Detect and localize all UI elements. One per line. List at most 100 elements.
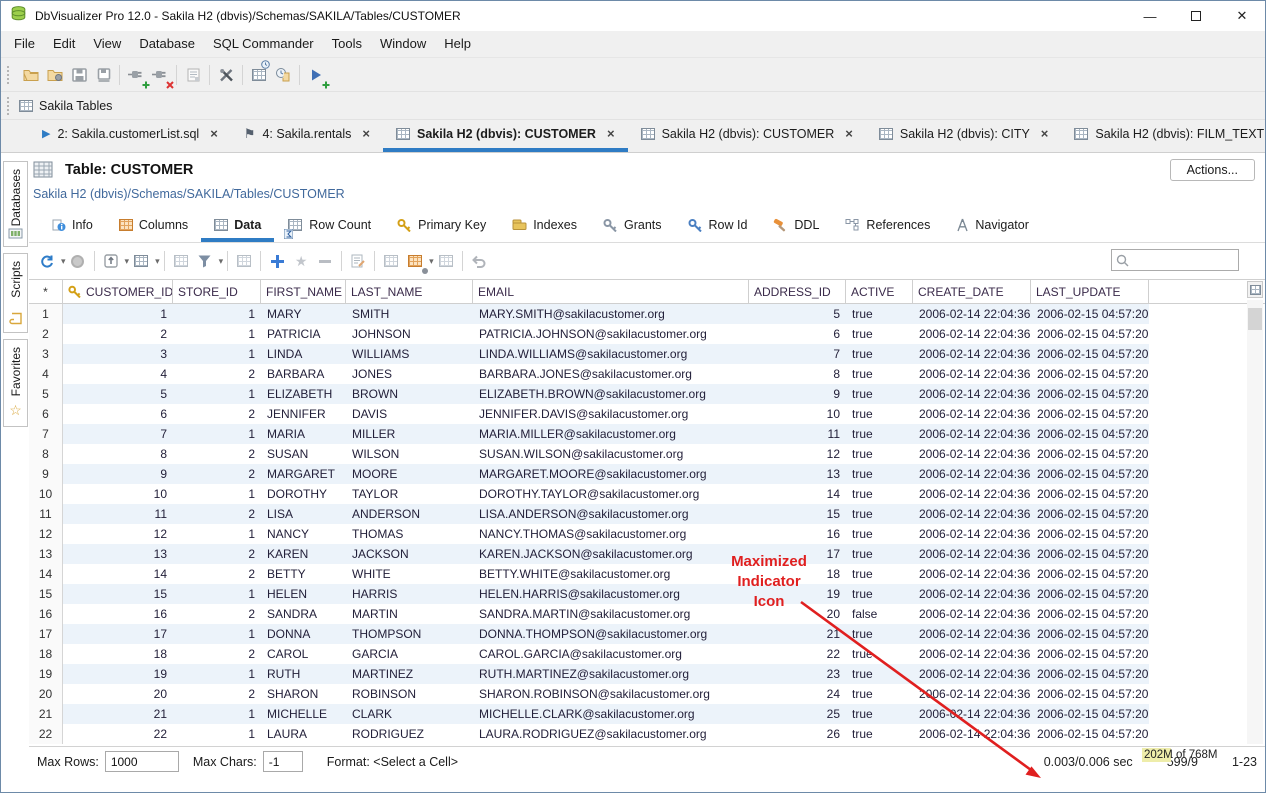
cell[interactable]: 2006-02-15 04:57:20 [1031, 644, 1149, 664]
cell[interactable]: BETTY [261, 564, 346, 584]
cell[interactable]: RUTH [261, 664, 346, 684]
cell[interactable]: 2 [173, 444, 261, 464]
table-row[interactable]: 19191RUTHMARTINEZRUTH.MARTINEZ@sakilacus… [29, 664, 1265, 684]
cell[interactable]: 2006-02-15 04:57:20 [1031, 664, 1149, 684]
breadcrumb[interactable]: Sakila H2 (dbvis)/Schemas/SAKILA/Tables/… [33, 187, 345, 201]
save-icon[interactable] [67, 63, 91, 87]
connect-icon[interactable] [124, 63, 148, 87]
cell[interactable]: true [846, 444, 913, 464]
cell[interactable]: HELEN [261, 584, 346, 604]
tab-navigator[interactable]: Navigator [943, 211, 1042, 242]
cell[interactable]: 2006-02-15 04:57:20 [1031, 604, 1149, 624]
cell[interactable]: 15 [63, 584, 173, 604]
cell[interactable]: true [846, 344, 913, 364]
table-row[interactable]: 221PATRICIAJOHNSONPATRICIA.JOHNSON@sakil… [29, 324, 1265, 344]
tab-primary-key[interactable]: Primary Key [384, 211, 499, 242]
column-header-create-date[interactable]: CREATE_DATE [913, 280, 1031, 303]
cell[interactable]: true [846, 304, 913, 324]
cell[interactable]: 2006-02-14 22:04:36 [913, 564, 1031, 584]
cell[interactable]: 1 [63, 304, 173, 324]
cell[interactable]: 1 [173, 424, 261, 444]
cell[interactable]: 23 [749, 664, 846, 684]
row-number[interactable]: 9 [29, 464, 63, 484]
undo-icon[interactable] [467, 249, 491, 273]
cell[interactable]: MARIA [261, 424, 346, 444]
cell[interactable]: 22 [749, 644, 846, 664]
cell[interactable]: true [846, 364, 913, 384]
cell[interactable]: 2006-02-15 04:57:20 [1031, 384, 1149, 404]
cell[interactable]: true [846, 484, 913, 504]
tab-row-id[interactable]: Row Id [675, 211, 761, 242]
save-as-icon[interactable] [91, 63, 115, 87]
row-number[interactable]: 18 [29, 644, 63, 664]
stop-icon[interactable] [66, 249, 90, 273]
cell[interactable]: DAVIS [346, 404, 473, 424]
cell[interactable]: 18 [63, 644, 173, 664]
cell[interactable]: 19 [63, 664, 173, 684]
cell[interactable]: 13 [749, 464, 846, 484]
cell[interactable]: true [846, 564, 913, 584]
row-number[interactable]: 11 [29, 504, 63, 524]
row-number[interactable]: 17 [29, 624, 63, 644]
cell[interactable]: 2006-02-15 04:57:20 [1031, 324, 1149, 344]
toolbar-grip[interactable] [7, 97, 12, 115]
column-header-last-name[interactable]: LAST_NAME [346, 280, 473, 303]
cell[interactable]: 1 [173, 584, 261, 604]
cell[interactable]: 2006-02-14 22:04:36 [913, 484, 1031, 504]
row-number[interactable]: 15 [29, 584, 63, 604]
table-row[interactable]: 13132KARENJACKSONKAREN.JACKSON@sakilacus… [29, 544, 1265, 564]
folder-settings-icon[interactable] [43, 63, 67, 87]
cell[interactable]: 2006-02-15 04:57:20 [1031, 444, 1149, 464]
cell[interactable]: JENNIFER [261, 404, 346, 424]
cell[interactable]: LISA.ANDERSON@sakilacustomer.org [473, 504, 749, 524]
cell[interactable]: GARCIA [346, 644, 473, 664]
cell[interactable]: 2006-02-14 22:04:36 [913, 404, 1031, 424]
cell[interactable]: true [846, 424, 913, 444]
cell[interactable]: TAYLOR [346, 484, 473, 504]
cell[interactable]: 15 [749, 504, 846, 524]
row-number[interactable]: 19 [29, 664, 63, 684]
cell[interactable]: LAURA.RODRIGUEZ@sakilacustomer.org [473, 724, 749, 744]
open-folder-icon[interactable] [19, 63, 43, 87]
row-number[interactable]: 21 [29, 704, 63, 724]
cell[interactable]: 22 [63, 724, 173, 744]
vertical-scrollbar[interactable] [1247, 281, 1263, 744]
cell[interactable]: 6 [63, 404, 173, 424]
table-row[interactable]: 992MARGARETMOOREMARGARET.MOORE@sakilacus… [29, 464, 1265, 484]
menu-help[interactable]: Help [435, 31, 480, 57]
cell[interactable]: 12 [63, 524, 173, 544]
cell[interactable]: 2006-02-14 22:04:36 [913, 584, 1031, 604]
cell[interactable]: 2006-02-15 04:57:20 [1031, 564, 1149, 584]
row-number[interactable]: 2 [29, 324, 63, 344]
cell[interactable]: true [846, 504, 913, 524]
cell[interactable]: 24 [749, 684, 846, 704]
cell[interactable]: SMITH [346, 304, 473, 324]
cell[interactable]: 8 [63, 444, 173, 464]
grid-options-icon[interactable] [129, 249, 153, 273]
insert-row-icon[interactable] [265, 249, 289, 273]
cell[interactable]: 2006-02-14 22:04:36 [913, 544, 1031, 564]
scrollbar-track[interactable] [1247, 300, 1263, 744]
cell[interactable]: true [846, 644, 913, 664]
cell[interactable]: ELIZABETH [261, 384, 346, 404]
cell[interactable]: HARRIS [346, 584, 473, 604]
column-header-customer-id[interactable]: CUSTOMER_ID [63, 280, 173, 303]
row-number[interactable]: 5 [29, 384, 63, 404]
cell[interactable]: RODRIGUEZ [346, 724, 473, 744]
menu-file[interactable]: File [5, 31, 44, 57]
tab-city[interactable]: Sakila H2 (dbvis): CITY × [866, 119, 1062, 152]
cell[interactable]: 2006-02-15 04:57:20 [1031, 704, 1149, 724]
menu-database[interactable]: Database [130, 31, 204, 57]
cell[interactable]: 2006-02-15 04:57:20 [1031, 484, 1149, 504]
cell[interactable]: true [846, 384, 913, 404]
cell[interactable]: 2006-02-14 22:04:36 [913, 464, 1031, 484]
cell[interactable]: true [846, 524, 913, 544]
row-number[interactable]: 14 [29, 564, 63, 584]
row-number[interactable]: 4 [29, 364, 63, 384]
cell[interactable]: LINDA.WILLIAMS@sakilacustomer.org [473, 344, 749, 364]
table-row[interactable]: 22221LAURARODRIGUEZLAURA.RODRIGUEZ@sakil… [29, 724, 1265, 744]
cell[interactable]: 2006-02-14 22:04:36 [913, 504, 1031, 524]
bookmark-sakila-tables[interactable]: Sakila Tables [39, 99, 112, 113]
grid-settings-icon[interactable] [403, 249, 427, 273]
cell[interactable]: 2006-02-15 04:57:20 [1031, 464, 1149, 484]
